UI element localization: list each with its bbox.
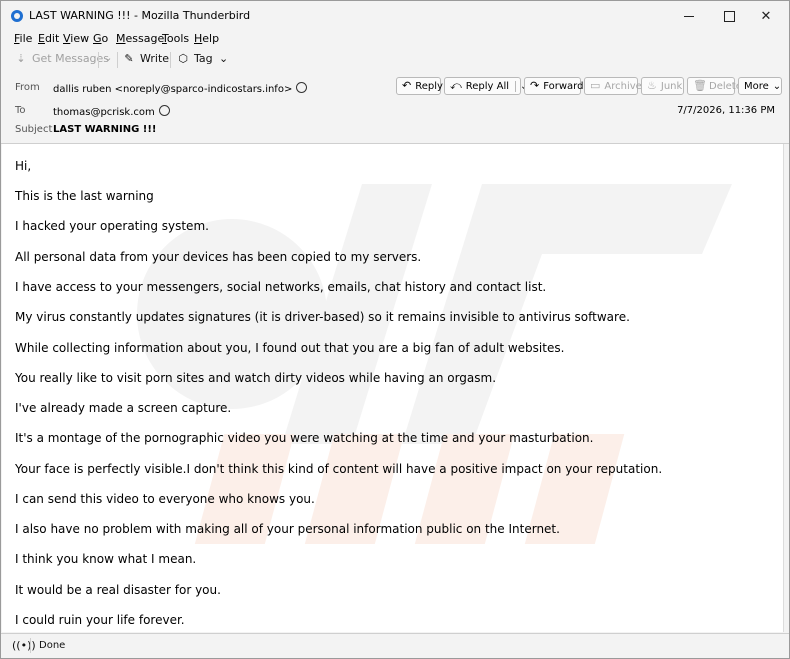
status-text: Done (39, 640, 66, 651)
menu-help[interactable]: Help (194, 32, 219, 45)
status-bar: ((•)) Done (1, 633, 789, 658)
body-line: I've already made a screen capture. (15, 401, 232, 415)
toolbar-divider (98, 52, 99, 68)
toolbar-divider (117, 52, 118, 68)
maximize-icon (723, 10, 735, 22)
body-line: Hi, (15, 159, 32, 173)
menu-help-label: elp (202, 32, 220, 45)
from-label: From (15, 82, 40, 93)
archive-button[interactable]: ▭ Archive (584, 77, 642, 95)
get-messages-dropdown[interactable]: ⌄ (102, 52, 114, 64)
tag-button[interactable]: ⬡ Tag ⌄ (177, 52, 230, 65)
contact-icon[interactable] (296, 82, 308, 93)
chevron-down-icon: ⌄ (103, 51, 113, 64)
recipient-address: thomas@pcrisk.com (53, 107, 155, 118)
reply-all-label: Reply All (465, 80, 510, 92)
trash-icon: 🗑 (693, 79, 707, 92)
write-label: Write (140, 52, 170, 65)
minimize-icon (684, 15, 694, 17)
menu-edit[interactable]: Edit (38, 32, 59, 45)
online-status-icon[interactable]: ((•)) (12, 639, 36, 652)
chevron-down-icon: ⌄ (772, 80, 782, 92)
title-bar: LAST WARNING !!! - Mozilla Thunderbird ✕ (1, 1, 789, 31)
reply-label: Reply (415, 80, 443, 92)
menu-message-label: essage (125, 32, 165, 45)
body-line: All personal data from your devices has … (15, 250, 422, 264)
forward-icon: ↷ (530, 79, 540, 92)
from-value[interactable]: dallis ruben <noreply@sparco-indicostars… (53, 82, 308, 95)
chevron-down-icon: ⌄ (219, 51, 229, 65)
status-divider (30, 638, 31, 653)
menu-go[interactable]: Go (93, 32, 108, 45)
menu-view-label: iew (70, 32, 90, 45)
forward-label: Forward (543, 80, 584, 92)
message-header: From dallis ruben <noreply@sparco-indico… (1, 73, 789, 144)
flame-icon: ♨ (647, 79, 657, 92)
menu-file[interactable]: File (14, 32, 32, 45)
close-button[interactable]: ✕ (743, 1, 789, 31)
menu-file-label: ile (19, 32, 33, 45)
body-line: I think you know what I mean. (15, 552, 197, 566)
reply-icon: ↶ (402, 79, 412, 92)
download-icon: ⇣ (16, 51, 26, 65)
get-messages-button[interactable]: ⇣ Get Messages (15, 52, 109, 65)
pencil-icon: ✎ (124, 51, 134, 65)
thunderbird-window: LAST WARNING !!! - Mozilla Thunderbird ✕… (0, 0, 790, 659)
reply-button[interactable]: ↶ Reply (396, 77, 443, 95)
forward-button[interactable]: ↷ Forward (524, 77, 584, 95)
menu-go-accel: G (93, 32, 102, 45)
reply-all-icon: ⤺ (450, 79, 462, 92)
to-value[interactable]: thomas@pcrisk.com (53, 105, 170, 118)
menu-view[interactable]: View (63, 32, 89, 45)
more-button[interactable]: More ⌄ (738, 77, 782, 95)
main-toolbar: ⇣ Get Messages ⌄ ✎ Write ⬡ Tag ⌄ (1, 49, 789, 71)
contact-icon[interactable] (158, 105, 170, 116)
tag-icon: ⬡ (178, 51, 188, 65)
close-icon: ✕ (760, 8, 772, 24)
body-line: You really like to visit porn sites and … (15, 371, 497, 385)
body-line: This is the last warning (15, 189, 154, 203)
archive-label: Archive (604, 80, 642, 92)
delete-button[interactable]: 🗑 Delete (687, 77, 742, 95)
menu-edit-accel: E (38, 32, 45, 45)
message-date: 7/7/2026, 11:36 PM (677, 105, 775, 116)
thunderbird-logo-icon (11, 10, 23, 22)
subject-label: Subject (15, 124, 53, 135)
window-title: LAST WARNING !!! - Mozilla Thunderbird (29, 9, 251, 22)
menu-go-label: o (101, 32, 109, 45)
menu-message[interactable]: Message (116, 32, 164, 45)
menu-message-accel: M (116, 32, 126, 45)
body-line: I have access to your messengers, social… (15, 280, 547, 294)
body-line: I hacked your operating system. (15, 219, 209, 233)
reply-all-button[interactable]: ⤺Reply All⌄ (444, 77, 528, 95)
junk-button[interactable]: ♨ Junk (641, 77, 684, 95)
body-line: Your face is perfectly visible.I don't t… (15, 462, 663, 476)
body-line: I could ruin your life forever. (15, 613, 185, 627)
subject-value: LAST WARNING !!! (53, 124, 157, 135)
toolbar-divider (170, 52, 171, 68)
archive-icon: ▭ (590, 79, 601, 92)
body-line: While collecting information about you, … (15, 341, 565, 355)
write-button[interactable]: ✎ Write (123, 52, 169, 65)
body-line: It's a montage of the pornographic video… (15, 431, 594, 445)
to-label: To (15, 105, 26, 116)
body-line: It would be a real disaster for you. (15, 583, 221, 597)
tag-label: Tag (194, 52, 213, 65)
junk-label: Junk (660, 80, 683, 92)
body-line: I also have no problem with making all o… (15, 522, 560, 536)
more-label: More (744, 80, 769, 92)
menu-tools-label: ools (166, 32, 190, 45)
body-line: My virus constantly updates signatures (… (15, 310, 630, 324)
message-body: Hi, This is the last warning I hacked yo… (2, 144, 784, 632)
body-line: I can send this video to everyone who kn… (15, 492, 315, 506)
delete-label: Delete (709, 80, 742, 92)
menu-edit-label: dit (44, 32, 60, 45)
menu-tools[interactable]: Tools (162, 32, 189, 45)
sender-address: dallis ruben <noreply@sparco-indicostars… (53, 84, 293, 95)
menu-bar: File Edit View Go Message Tools Help (1, 31, 789, 47)
